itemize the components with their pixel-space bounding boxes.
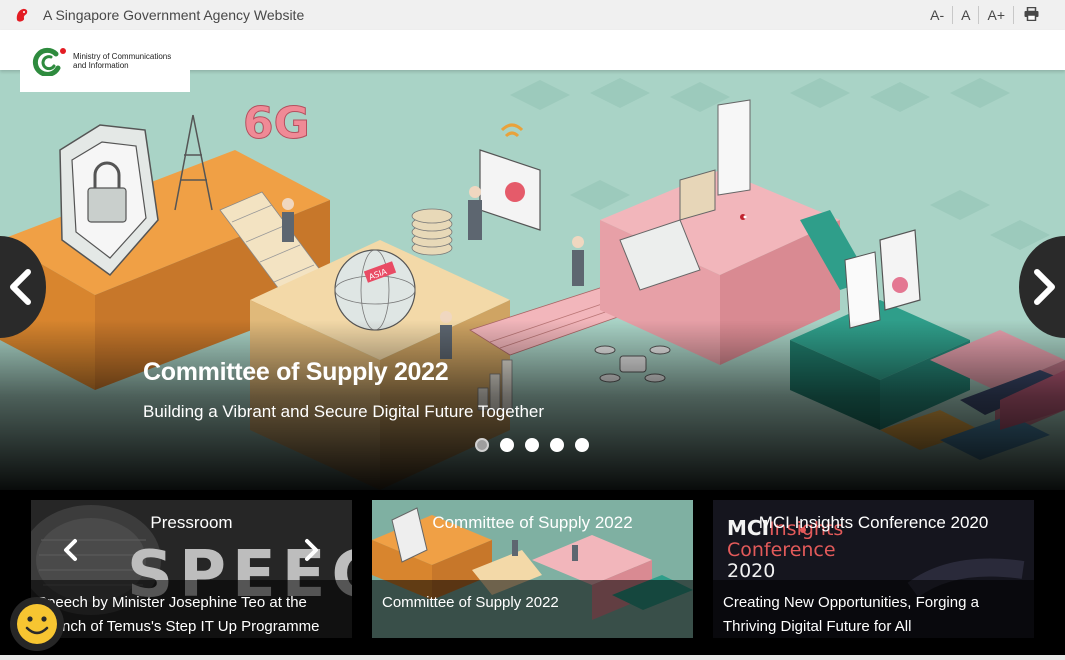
carousel-dot-4[interactable] [550,438,564,452]
page-bottom-strip [0,655,1065,660]
print-icon [1024,6,1039,21]
logo-line-1: Ministry of Communications [73,52,172,61]
card-description[interactable]: Committee of Supply 2022 [382,591,687,615]
font-increase-button[interactable]: A+ [979,7,1013,23]
chevron-left-icon[interactable] [61,538,79,562]
card-pressroom[interactable]: SPEECH Pressroom Speech by Minister Jose… [31,500,352,638]
feedback-button[interactable] [10,597,64,651]
singapore-lion-icon [16,8,28,22]
hero-subtitle: Building a Vibrant and Secure Digital Fu… [143,402,545,421]
accessibility-tools: A- A A+ [922,0,1043,30]
conference-image-line-4: 2020 [727,560,776,582]
carousel-indicators [475,438,589,452]
card-description[interactable]: Creating New Opportunities, Forging a Th… [723,591,1028,638]
smiley-icon [17,604,57,644]
card-title: Committee of Supply 2022 [432,513,633,532]
carousel-dot-3[interactable] [525,438,539,452]
font-reset-button[interactable]: A [953,7,978,23]
carousel-dot-1[interactable] [475,438,489,452]
conference-image-line-3: Conference [727,539,836,561]
chevron-right-icon[interactable] [303,538,321,562]
hero-title[interactable]: Committee of Supply 2022 [143,358,449,387]
carousel-dot-2[interactable] [500,438,514,452]
card-title: MCI Insights Conference 2020 [758,513,989,532]
print-button[interactable] [1014,6,1043,24]
hero-6g-text: 6G [243,98,310,149]
card-committee-of-supply[interactable]: Committee of Supply 2022 Committee of Su… [372,500,693,638]
gov-masthead: A Singapore Government Agency Website A-… [0,0,1065,30]
mci-logo-icon [32,47,66,76]
chevron-left-icon [10,269,31,305]
hero-carousel: 6G ASIA Committee of Supply 2022 Buildin… [0,70,1065,490]
font-decrease-button[interactable]: A- [922,7,952,23]
chevron-right-icon [1034,269,1055,305]
card-description[interactable]: Speech by Minister Josephine Teo at the … [37,591,342,638]
gov-masthead-text: A Singapore Government Agency Website [43,7,305,23]
card-mci-insights-conference[interactable]: MCIInsights Conference 2020 MCI Insights… [713,500,1034,638]
logo-line-2: and Information [73,61,129,70]
card-title: Pressroom [150,513,233,532]
carousel-dot-5[interactable] [575,438,589,452]
logo-text: Ministry of Communications and Informati… [73,52,183,70]
mci-logo-link[interactable]: Ministry of Communications and Informati… [20,30,190,92]
